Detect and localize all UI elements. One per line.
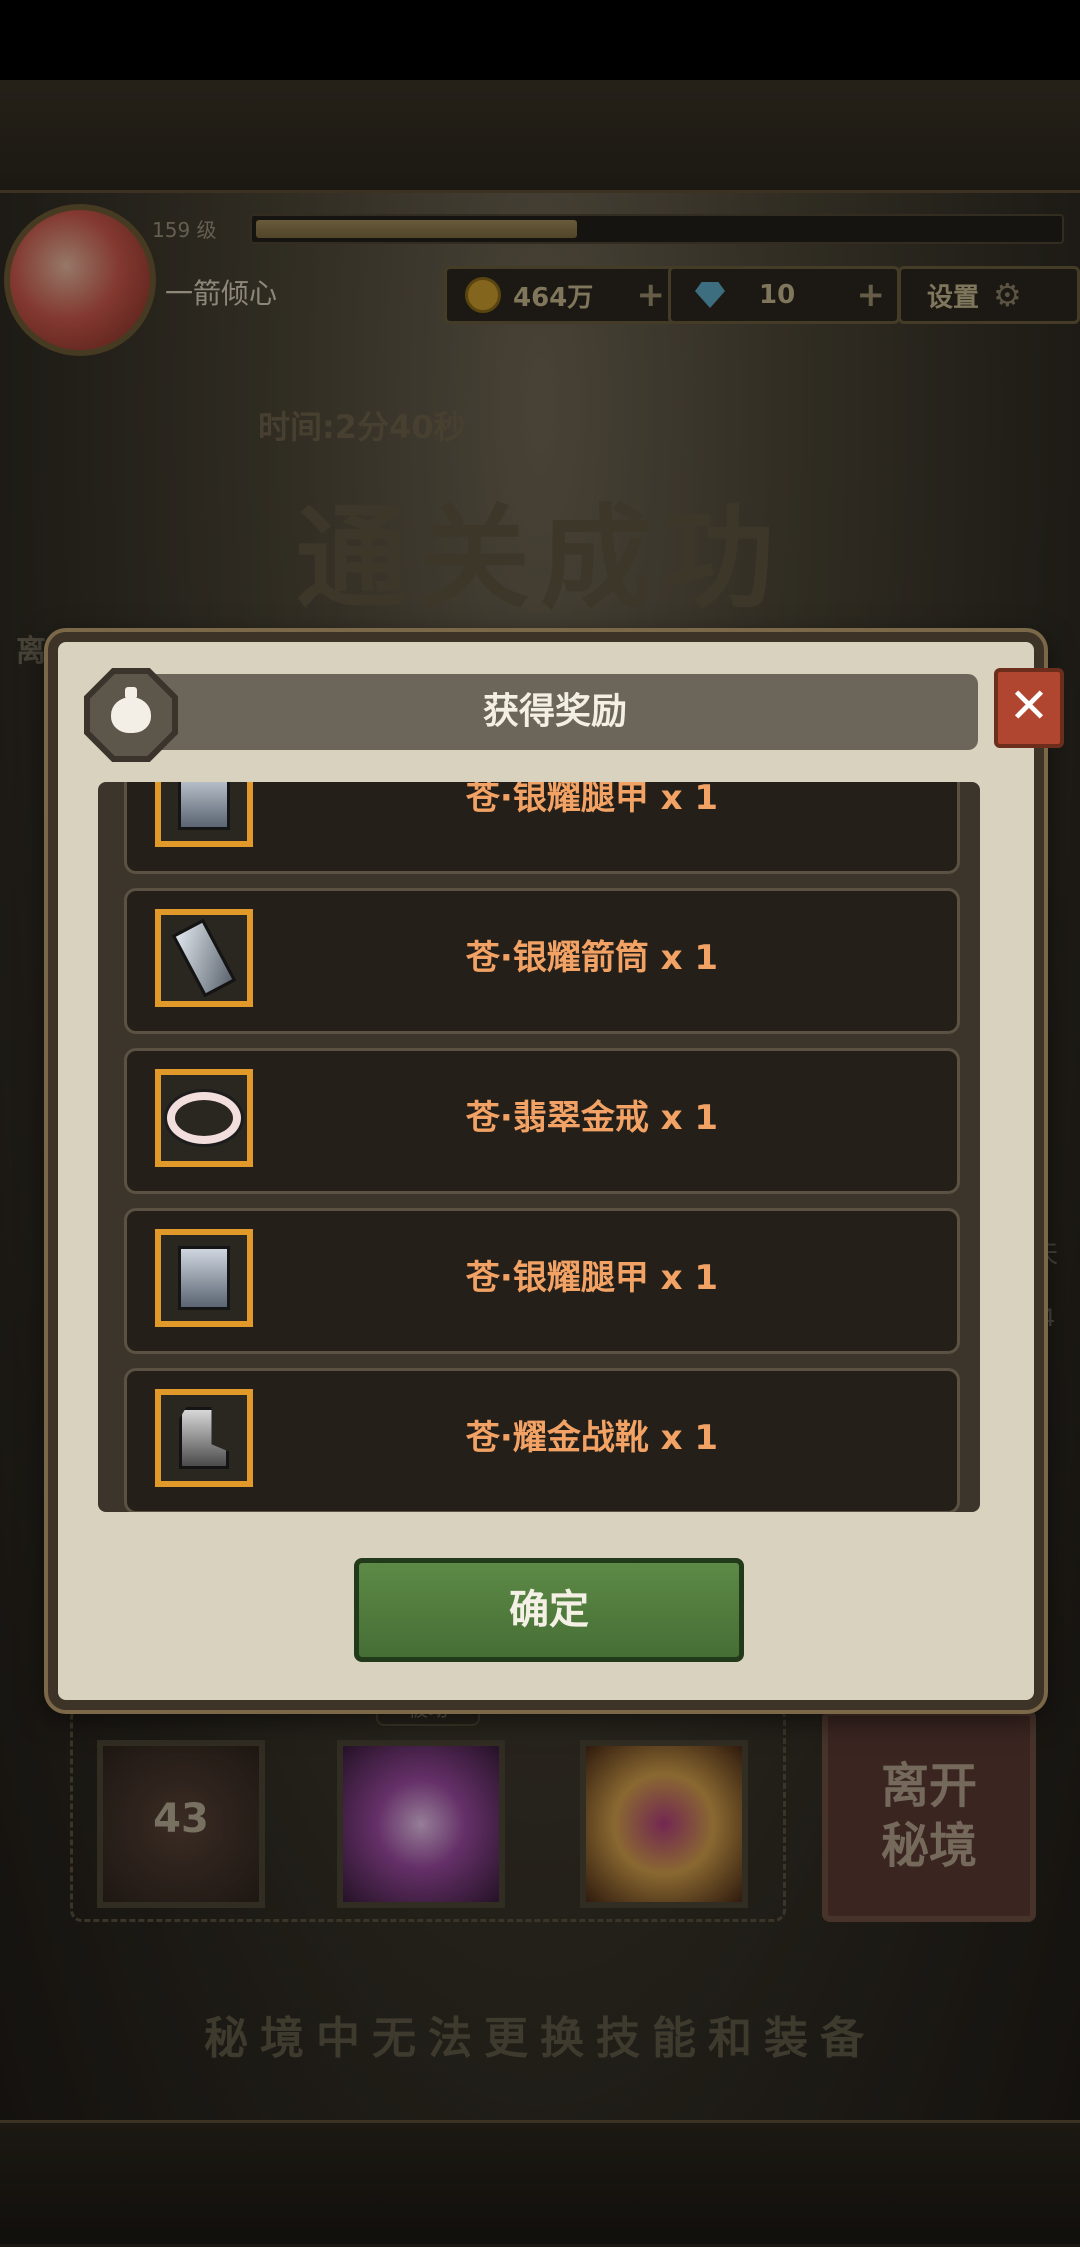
ring-icon xyxy=(155,1069,253,1167)
dialog-title: 获得奖励 xyxy=(482,691,627,732)
boots-icon xyxy=(155,1389,253,1487)
leg-armor-icon xyxy=(155,782,253,847)
close-dialog-button[interactable]: ✕ xyxy=(994,668,1064,748)
reward-item-name: 苍·银耀腿甲 x 1 xyxy=(465,782,719,818)
bag-icon-frame xyxy=(90,674,172,756)
reward-item-name: 苍·翡翠金戒 x 1 xyxy=(465,1098,719,1138)
reward-item: 苍·银耀腿甲 x 1 xyxy=(124,782,960,874)
reward-item: 苍·翡翠金戒 x 1 xyxy=(124,1048,960,1194)
reward-item: 苍·银耀腿甲 x 1 xyxy=(124,1208,960,1354)
reward-item-name: 苍·银耀箭筒 x 1 xyxy=(465,938,719,978)
reward-item: 苍·银耀箭筒 x 1 xyxy=(124,888,960,1034)
reward-item-name: 苍·耀金战靴 x 1 xyxy=(465,1418,719,1458)
confirm-button[interactable]: 确定 xyxy=(354,1558,744,1662)
reward-list[interactable]: 苍·银耀腿甲 x 1 苍·银耀箭筒 x 1 苍·翡翠金戒 x 1 苍·银耀腿甲 … xyxy=(98,782,980,1512)
reward-item-name: 苍·银耀腿甲 x 1 xyxy=(465,1258,719,1298)
reward-dialog: 获得奖励 苍·银耀腿甲 x 1 苍·银耀箭筒 x 1 苍·翡翠金戒 x 1 苍·… xyxy=(48,632,1044,1710)
leg-armor-icon xyxy=(155,1229,253,1327)
dialog-header: 获得奖励 xyxy=(132,674,978,750)
bag-icon xyxy=(111,687,151,733)
quiver-icon xyxy=(155,909,253,1007)
reward-item: 苍·耀金战靴 x 1 xyxy=(124,1368,960,1512)
